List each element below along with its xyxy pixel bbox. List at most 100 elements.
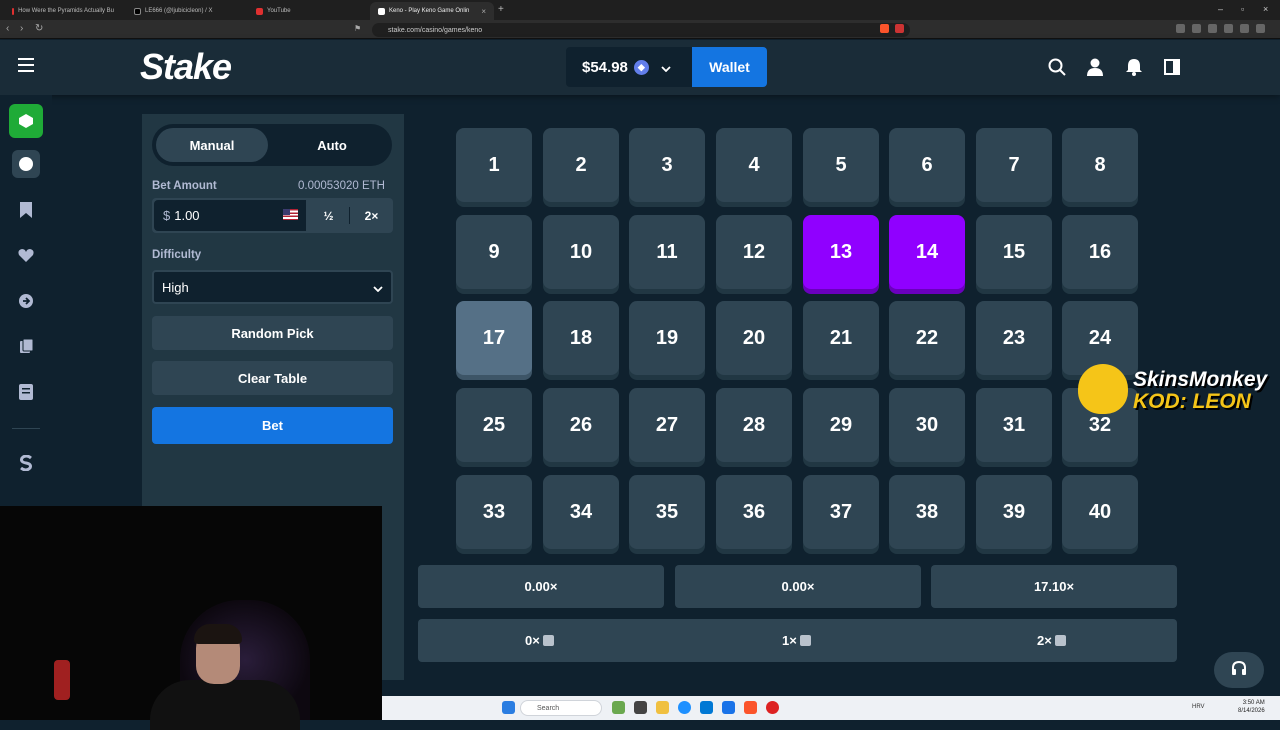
search-icon[interactable] <box>1046 56 1068 78</box>
tab-manual[interactable]: Manual <box>156 128 268 162</box>
sports-icon[interactable] <box>12 150 40 178</box>
stake-s-icon[interactable] <box>12 449 40 477</box>
maximize-icon[interactable]: ▫ <box>1241 4 1244 14</box>
sponsor-name: SkinsMonkey <box>1133 368 1268 391</box>
clear-table-button[interactable]: Clear Table <box>152 361 393 395</box>
difficulty-select[interactable]: High <box>152 270 393 304</box>
brave-icon[interactable] <box>744 701 757 714</box>
keno-tile-35[interactable]: 35 <box>629 475 705 549</box>
brave-shield-icon[interactable] <box>880 24 889 33</box>
keno-tile-23[interactable]: 23 <box>976 301 1052 375</box>
keno-tile-27[interactable]: 27 <box>629 388 705 462</box>
keno-tile-26[interactable]: 26 <box>543 388 619 462</box>
back-icon[interactable]: ‹ <box>6 23 9 34</box>
new-tab-icon[interactable]: + <box>498 4 504 15</box>
store-icon[interactable] <box>700 701 713 714</box>
app-icon[interactable] <box>722 701 735 714</box>
keno-tile-2[interactable]: 2 <box>543 128 619 202</box>
keno-tile-25[interactable]: 25 <box>456 388 532 462</box>
obs-icon[interactable] <box>766 701 779 714</box>
keno-tile-29[interactable]: 29 <box>803 388 879 462</box>
keno-tile-28[interactable]: 28 <box>716 388 792 462</box>
close-icon[interactable]: × <box>481 7 486 16</box>
half-bet-button[interactable]: ½ <box>307 200 350 231</box>
keno-tile-9[interactable]: 9 <box>456 215 532 289</box>
windows-start-icon[interactable] <box>502 701 515 714</box>
keno-tile-8[interactable]: 8 <box>1062 128 1138 202</box>
double-bet-button[interactable]: 2× <box>350 200 393 231</box>
extension-icon[interactable] <box>1240 24 1249 33</box>
keno-tile-18[interactable]: 18 <box>543 301 619 375</box>
task-view-icon[interactable] <box>634 701 647 714</box>
keno-tile-36[interactable]: 36 <box>716 475 792 549</box>
sidebar-toggle-icon[interactable] <box>1208 24 1217 33</box>
user-icon[interactable] <box>1084 56 1106 78</box>
taskbar-search[interactable]: Search <box>520 700 602 716</box>
keno-tile-33[interactable]: 33 <box>456 475 532 549</box>
keno-tile-40[interactable]: 40 <box>1062 475 1138 549</box>
tab-x[interactable]: LE666 (@ljubicicleon) / X <box>126 2 244 20</box>
keno-tile-3[interactable]: 3 <box>629 128 705 202</box>
keno-tile-14[interactable]: 14 <box>889 215 965 289</box>
gem-icon <box>542 635 554 646</box>
keno-tile-22[interactable]: 22 <box>889 301 965 375</box>
bookmark-icon[interactable]: ⚑ <box>354 24 361 33</box>
keno-tile-38[interactable]: 38 <box>889 475 965 549</box>
menu-icon[interactable] <box>1256 24 1265 33</box>
chat-panel-icon[interactable] <box>1161 56 1183 78</box>
wallet-icon[interactable] <box>1224 24 1233 33</box>
keno-tile-5[interactable]: 5 <box>803 128 879 202</box>
keno-tile-31[interactable]: 31 <box>976 388 1052 462</box>
reload-icon[interactable]: ↻ <box>35 23 43 34</box>
tab-auto[interactable]: Auto <box>276 128 388 162</box>
balance-dropdown[interactable]: $54.98 ◆ <box>566 47 692 87</box>
tab-youtube[interactable]: YouTube <box>248 2 366 20</box>
keno-tile-12[interactable]: 12 <box>716 215 792 289</box>
extension-icon[interactable] <box>1192 24 1201 33</box>
cards-icon[interactable] <box>12 332 40 360</box>
keno-tile-37[interactable]: 37 <box>803 475 879 549</box>
casino-icon[interactable] <box>9 104 43 138</box>
keno-tile-4[interactable]: 4 <box>716 128 792 202</box>
keno-tile-39[interactable]: 39 <box>976 475 1052 549</box>
keno-tile-21[interactable]: 21 <box>803 301 879 375</box>
gem-icon <box>1054 635 1066 646</box>
keno-tile-16[interactable]: 16 <box>1062 215 1138 289</box>
bell-icon[interactable] <box>1123 56 1145 78</box>
keno-tile-11[interactable]: 11 <box>629 215 705 289</box>
tab-pyramids[interactable]: How Were the Pyramids Actually Bu <box>4 2 122 20</box>
bookmark-rail-icon[interactable] <box>12 196 40 224</box>
keno-tile-13[interactable]: 13 <box>803 215 879 289</box>
random-pick-button[interactable]: Random Pick <box>152 316 393 350</box>
system-clock[interactable]: 3:50 AM 8/14/2026 <box>1238 699 1265 715</box>
window-close-icon[interactable]: × <box>1263 4 1268 14</box>
keno-tile-10[interactable]: 10 <box>543 215 619 289</box>
heart-icon[interactable] <box>12 241 40 269</box>
keno-tile-17[interactable]: 17 <box>456 301 532 375</box>
support-button[interactable] <box>1214 652 1264 688</box>
keno-tile-6[interactable]: 6 <box>889 128 965 202</box>
keno-tile-19[interactable]: 19 <box>629 301 705 375</box>
file-explorer-icon[interactable] <box>656 701 669 714</box>
minimize-icon[interactable]: – <box>1218 4 1223 14</box>
hamburger-icon[interactable] <box>18 58 34 77</box>
bet-button[interactable]: Bet <box>152 407 393 444</box>
arrow-right-icon[interactable] <box>12 287 40 315</box>
tab-keno[interactable]: Keno - Play Keno Game Onlin × <box>370 2 494 20</box>
widgets-icon[interactable] <box>612 701 625 714</box>
keno-tile-34[interactable]: 34 <box>543 475 619 549</box>
forward-icon[interactable]: › <box>20 23 23 34</box>
document-icon[interactable] <box>12 378 40 406</box>
keno-tile-30[interactable]: 30 <box>889 388 965 462</box>
stake-logo[interactable]: Stake <box>140 46 232 88</box>
keno-tile-20[interactable]: 20 <box>716 301 792 375</box>
rewards-icon[interactable] <box>895 24 904 33</box>
edge-icon[interactable] <box>678 701 691 714</box>
language-indicator[interactable]: HRV <box>1192 704 1205 710</box>
keno-tile-7[interactable]: 7 <box>976 128 1052 202</box>
extension-icon[interactable] <box>1176 24 1185 33</box>
keno-tile-15[interactable]: 15 <box>976 215 1052 289</box>
keno-tile-1[interactable]: 1 <box>456 128 532 202</box>
url-input[interactable]: stake.com/casino/games/keno <box>372 23 910 37</box>
wallet-button[interactable]: Wallet <box>692 47 767 87</box>
